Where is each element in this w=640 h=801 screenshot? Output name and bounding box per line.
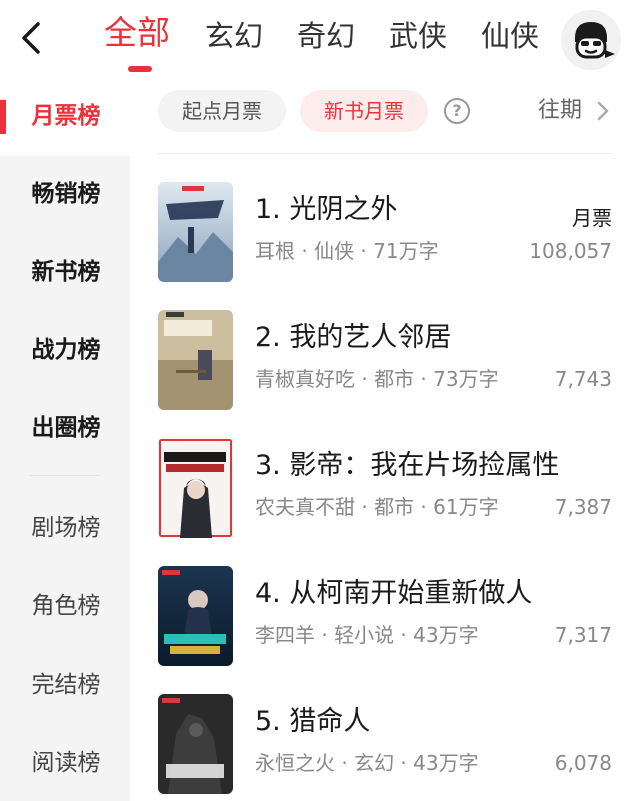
book-vote-count: 7,743 — [554, 367, 612, 391]
book-meta: 永恒之火 · 玄幻 · 43万字 — [255, 751, 479, 775]
chevron-left-icon — [22, 22, 40, 54]
question-circle-icon[interactable]: ? — [444, 98, 470, 124]
sidebar-item-new-books[interactable]: 新书榜 — [0, 255, 130, 289]
book-row[interactable]: 2. 我的艺人邻居 青椒真好吃 · 都市 · 73万字 7,743 — [158, 310, 612, 410]
book-title: 2. 我的艺人邻居 — [255, 322, 452, 353]
back-button[interactable] — [14, 20, 48, 56]
book-cover-image — [158, 182, 233, 282]
book-title: 4. 从柯南开始重新做人 — [255, 578, 533, 609]
tab-xianxia[interactable]: 仙侠 — [481, 16, 539, 56]
book-meta: 青椒真好吃 · 都市 · 73万字 — [255, 367, 499, 391]
book-title: 1. 光阴之外 — [255, 194, 398, 225]
tab-qihuan[interactable]: 奇幻 — [297, 16, 355, 56]
book-cover-image — [158, 310, 233, 410]
book-meta: 农夫真不甜 · 都市 · 61万字 — [255, 495, 499, 519]
book-meta: 李四羊 · 轻小说 · 43万字 — [255, 623, 479, 647]
book-title: 3. 影帝：我在片场捡属性 — [255, 450, 560, 481]
tab-xuanhuan[interactable]: 玄幻 — [205, 16, 263, 56]
sidebar-item-reading[interactable]: 阅读榜 — [0, 746, 130, 780]
book-vote-count: 108,057 — [529, 239, 612, 263]
book-meta: 耳根 · 仙侠 · 71万字 — [255, 239, 439, 263]
sidebar-item-monthly-votes[interactable]: 月票榜 — [0, 99, 130, 133]
book-row[interactable]: 5. 猎命人 永恒之火 · 玄幻 · 43万字 6,078 — [158, 694, 612, 794]
book-vote-count: 6,078 — [554, 751, 612, 775]
sidebar-divider — [30, 475, 100, 476]
top-bar: 全部 玄幻 奇幻 武侠 仙侠 — [0, 0, 640, 80]
tab-wuxia[interactable]: 武侠 — [389, 16, 447, 56]
chip-qidian-monthly[interactable]: 起点月票 — [158, 90, 286, 132]
sidebar-item-theater[interactable]: 剧场榜 — [0, 511, 130, 545]
sidebar: 月票榜 畅销榜 新书榜 战力榜 出圈榜 剧场榜 角色榜 完结榜 阅读榜 — [0, 78, 130, 801]
sidebar-item-characters[interactable]: 角色榜 — [0, 589, 130, 623]
votes-label: 月票 — [572, 206, 612, 230]
sidebar-item-bestseller[interactable]: 畅销榜 — [0, 177, 130, 211]
sidebar-item-completed[interactable]: 完结榜 — [0, 668, 130, 702]
book-row[interactable]: 3. 影帝：我在片场捡属性 农夫真不甜 · 都市 · 61万字 7,387 — [158, 438, 612, 538]
book-vote-count: 7,317 — [554, 623, 612, 647]
chevron-right-icon[interactable] — [596, 100, 610, 122]
book-row[interactable]: 1. 光阴之外 月票 耳根 · 仙侠 · 71万字 108,057 — [158, 182, 612, 282]
tab-all[interactable]: 全部 — [104, 13, 170, 53]
book-title: 5. 猎命人 — [255, 706, 371, 737]
book-cover-image — [158, 438, 233, 538]
tab-active-indicator — [128, 66, 152, 72]
book-row[interactable]: 4. 从柯南开始重新做人 李四羊 · 轻小说 · 43万字 7,317 — [158, 566, 612, 666]
sidebar-item-trending[interactable]: 出圈榜 — [0, 411, 130, 445]
book-cover-image — [158, 566, 233, 666]
user-avatar-icon — [561, 10, 621, 70]
chip-new-book-monthly[interactable]: 新书月票 — [300, 90, 428, 132]
user-avatar-button[interactable] — [561, 10, 621, 70]
book-cover-image — [158, 694, 233, 794]
list-divider — [158, 153, 612, 154]
past-periods-link[interactable]: 往期 — [538, 94, 582, 128]
book-vote-count: 7,387 — [554, 495, 612, 519]
sidebar-item-power[interactable]: 战力榜 — [0, 333, 130, 367]
